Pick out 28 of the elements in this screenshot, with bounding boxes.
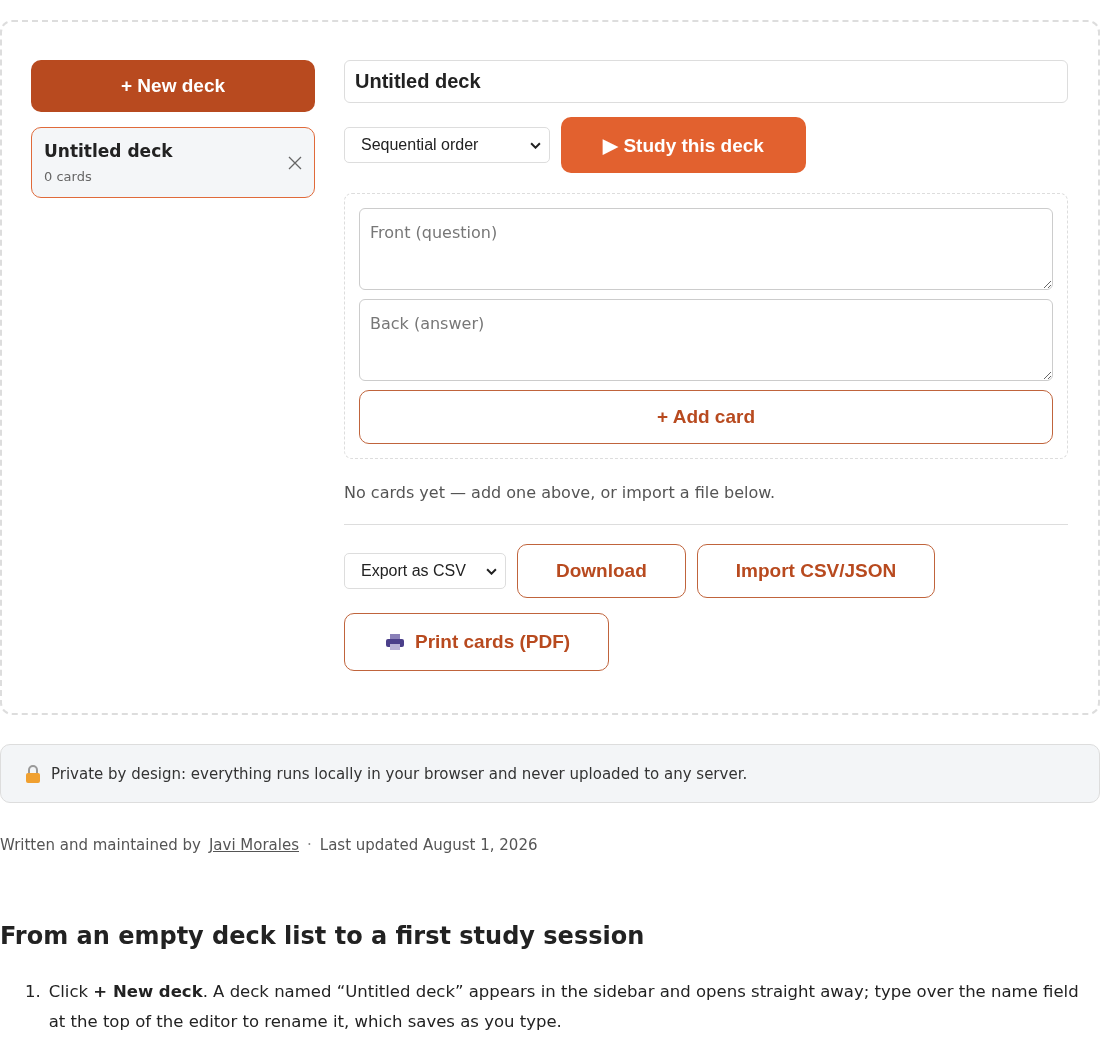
step-text: Click + New deck. A deck named “Untitled deck” appears in the sidebar and opens straight away; type over the name field at the top of the editor to rename it, which saves as you type. [48,981,1080,1033]
card-count: 0 cards [44,169,93,184]
chevron-down-icon [486,567,497,575]
padlock-icon [25,764,41,783]
add-card-button[interactable]: + Add card [359,390,1053,444]
byline-prefix: Written and maintained by [0,836,201,854]
download-button[interactable]: Download [517,544,686,598]
last-updated: Last updated August 1, 2026 [319,836,538,854]
new-deck-button[interactable]: + New deck [31,60,315,112]
deck-name: Untitled deck [44,141,173,161]
article-heading: From an empty deck list to a first study session [0,922,646,950]
empty-message: No cards yet — add one above, or import a file below. [344,483,777,502]
author-link[interactable]: Javi Morales [208,836,299,854]
close-icon[interactable] [288,155,302,170]
deck-item[interactable]: Untitled deck 0 cards [31,127,315,198]
chevron-down-icon [530,141,541,149]
printer-icon [385,633,405,651]
front-field[interactable]: Front (question) [359,208,1053,290]
export-select[interactable]: Export as CSV [344,553,506,589]
study-button[interactable]: ▶ Study this deck [561,117,806,173]
import-button[interactable]: Import CSV/JSON [696,544,936,598]
order-select[interactable]: Sequential order [344,127,550,163]
step-number: 1. [25,981,41,1003]
separator-dot: · [307,836,312,854]
back-field[interactable]: Back (answer) [359,299,1053,381]
print-button[interactable]: Print cards (PDF) [344,613,610,671]
deck-name-field[interactable]: Untitled deck [344,60,1068,103]
privacy-text: Private by design: everything runs locally in your browser and never uploaded to any server. [51,764,748,783]
